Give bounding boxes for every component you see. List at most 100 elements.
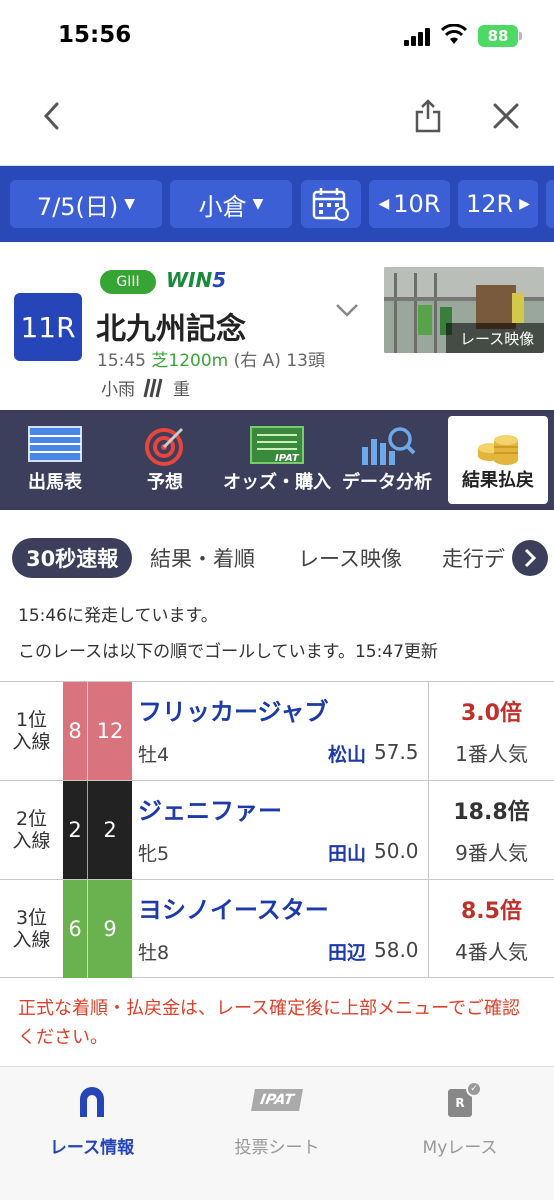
confirmation-warning: 正式な着順・払戻金は、レース確定後に上部メニューでご確認ください。 (18, 998, 521, 1048)
menu-odds-purchase[interactable]: IPAT オッズ・購入 (222, 410, 332, 510)
rank: 1位 (15, 709, 48, 731)
race-card-icon (28, 426, 82, 462)
menu-label: 出馬表 (28, 472, 82, 493)
jockey[interactable]: 田山 (328, 839, 366, 866)
track-condition: 重 (173, 380, 190, 400)
horse-name[interactable]: フリッカージャブ (138, 692, 328, 727)
bottom-tab-race-info[interactable]: レース情報 (17, 1083, 167, 1163)
results-table: 1位 入線 8 12 フリッカージャブ 牡4 松山 57.5 3.0倍 1番人気… (0, 681, 554, 978)
weight: 57.5 (374, 740, 419, 764)
chevron-down-icon[interactable] (334, 302, 360, 322)
frame-number: 2 (63, 781, 87, 879)
menu-results-payout[interactable]: 結果払戻 (448, 416, 548, 504)
table-row[interactable]: 3位 入線 6 9 ヨシノイースター 牡8 田辺 58.0 8.5倍 4番人気 (0, 879, 554, 978)
sex-age: 牝5 (138, 843, 170, 865)
finish-status: 入線 (12, 929, 51, 951)
ipat-odds-icon: IPAT (250, 426, 304, 464)
race-header: 11R GIII WIN5 北九州記念 15:45 芝1200m (右 A) 1… (0, 242, 554, 410)
grade-badge: GIII (100, 270, 156, 294)
bottom-tab-label: 投票シート (234, 1138, 320, 1158)
rain-icon (143, 378, 163, 397)
menu-label: データ分析 (342, 472, 432, 493)
share-icon[interactable] (408, 94, 448, 138)
jockey[interactable]: 松山 (328, 740, 366, 767)
more-button[interactable]: ⋮ (546, 180, 554, 228)
sex-age: 牡4 (138, 744, 170, 766)
calendar-icon (312, 188, 349, 221)
menu-prediction[interactable]: 予想 (110, 410, 220, 510)
venue-selector[interactable]: 小倉 ▼ (170, 180, 292, 228)
bottom-tab-label: レース情報 (49, 1138, 135, 1158)
dropdown-triangle-icon: ▼ (124, 196, 136, 212)
race-video-thumbnail[interactable]: レース映像 (384, 267, 544, 353)
jockey[interactable]: 田辺 (328, 938, 366, 965)
rank: 3位 (15, 907, 48, 929)
race-menu-bar: 出馬表 予想 IPAT オッズ・購入 データ分析 結果払戻 (0, 410, 554, 510)
frame-number: 6 (63, 880, 87, 978)
race-video-label: レース映像 (446, 323, 544, 353)
status-bar: 15:56 88 (0, 0, 554, 72)
horse-number: 2 (87, 781, 132, 879)
arrow-right-icon: ▶ (519, 196, 530, 212)
race-info: 15:45 芝1200m (右 A) 13頭 (97, 346, 325, 371)
date-selector[interactable]: 7/5(日) ▼ (10, 180, 162, 228)
bottom-tab-my-race[interactable]: R ✓ Myレース (385, 1081, 535, 1163)
menu-data-analysis[interactable]: データ分析 (332, 410, 442, 510)
next-race-label: 12R (466, 190, 514, 218)
tab-race-video[interactable]: レース映像 (298, 538, 402, 578)
table-row[interactable]: 1位 入線 8 12 フリッカージャブ 牡4 松山 57.5 3.0倍 1番人気 (0, 681, 554, 780)
bottom-tab-label: Myレース (422, 1138, 498, 1158)
odds: 8.5倍 (461, 899, 522, 924)
prev-race-label: 10R (393, 190, 441, 218)
win5-prefix: WIN (166, 268, 213, 292)
horse-name[interactable]: ヨシノイースター (138, 890, 329, 925)
chart-search-icon (362, 427, 416, 465)
tab-result-order[interactable]: 結果・着順 (150, 538, 255, 578)
weather-label: 小雨 (101, 380, 135, 400)
close-icon[interactable] (486, 94, 526, 138)
race-selector-bar: 7/5(日) ▼ 小倉 ▼ ◀10R 12R ▶ ⋮ (0, 166, 554, 242)
popularity: 1番人気 (455, 742, 528, 766)
table-row[interactable]: 2位 入線 2 2 ジェニファー 牝5 田山 50.0 18.8倍 9番人気 (0, 780, 554, 879)
direction: (右 A) (233, 351, 281, 371)
horseshoe-icon (80, 1087, 104, 1117)
goal-notice: このレースは以下の順でゴールしています。15:47更新 (18, 642, 438, 662)
runner-count: 13頭 (286, 351, 325, 371)
wifi-icon (440, 23, 468, 46)
result-tabs: 30秒速報 結果・着順 レース映像 走行デ (0, 530, 554, 586)
popularity: 4番人気 (455, 940, 528, 964)
my-race-icon-letter: R (455, 1096, 465, 1110)
tabs-next-button[interactable] (512, 540, 548, 576)
ipat-icon: IPAT (251, 1089, 303, 1111)
target-icon (145, 427, 184, 466)
win5-logo: WIN5 (166, 268, 226, 292)
weather-info: 小雨 重 (101, 375, 190, 400)
calendar-button[interactable] (301, 180, 361, 228)
popularity: 9番人気 (455, 841, 528, 865)
bottom-tab-voting-sheet[interactable]: IPAT 投票シート (202, 1083, 352, 1163)
signal-icon (404, 28, 430, 46)
next-race-button[interactable]: 12R ▶ (458, 180, 538, 228)
rank: 2位 (15, 808, 48, 830)
tab-30sec-report[interactable]: 30秒速報 (12, 538, 133, 578)
course: 芝1200m (151, 351, 229, 371)
post-time: 15:45 (97, 351, 146, 371)
win5-number: 5 (212, 268, 227, 292)
chevron-right-icon (524, 548, 537, 568)
menu-race-card[interactable]: 出馬表 (0, 410, 110, 510)
my-race-icon: R ✓ (448, 1081, 482, 1117)
horse-name[interactable]: ジェニファー (138, 791, 282, 826)
menu-label: 結果払戻 (462, 470, 534, 491)
tab-running-data[interactable]: 走行デ (442, 538, 512, 578)
finish-status: 入線 (12, 830, 51, 852)
sex-age: 牡8 (138, 942, 170, 964)
start-notice: 15:46に発走しています。 (18, 606, 218, 626)
back-icon[interactable] (32, 94, 72, 138)
horse-number: 9 (87, 880, 132, 978)
menu-label: オッズ・購入 (223, 472, 331, 493)
weight: 58.0 (374, 938, 419, 962)
rank-cell: 1位 入線 (0, 682, 63, 780)
more-icon: ⋮ (549, 196, 554, 212)
prev-race-button[interactable]: ◀ 10R (369, 180, 450, 228)
coins-icon (478, 435, 518, 465)
